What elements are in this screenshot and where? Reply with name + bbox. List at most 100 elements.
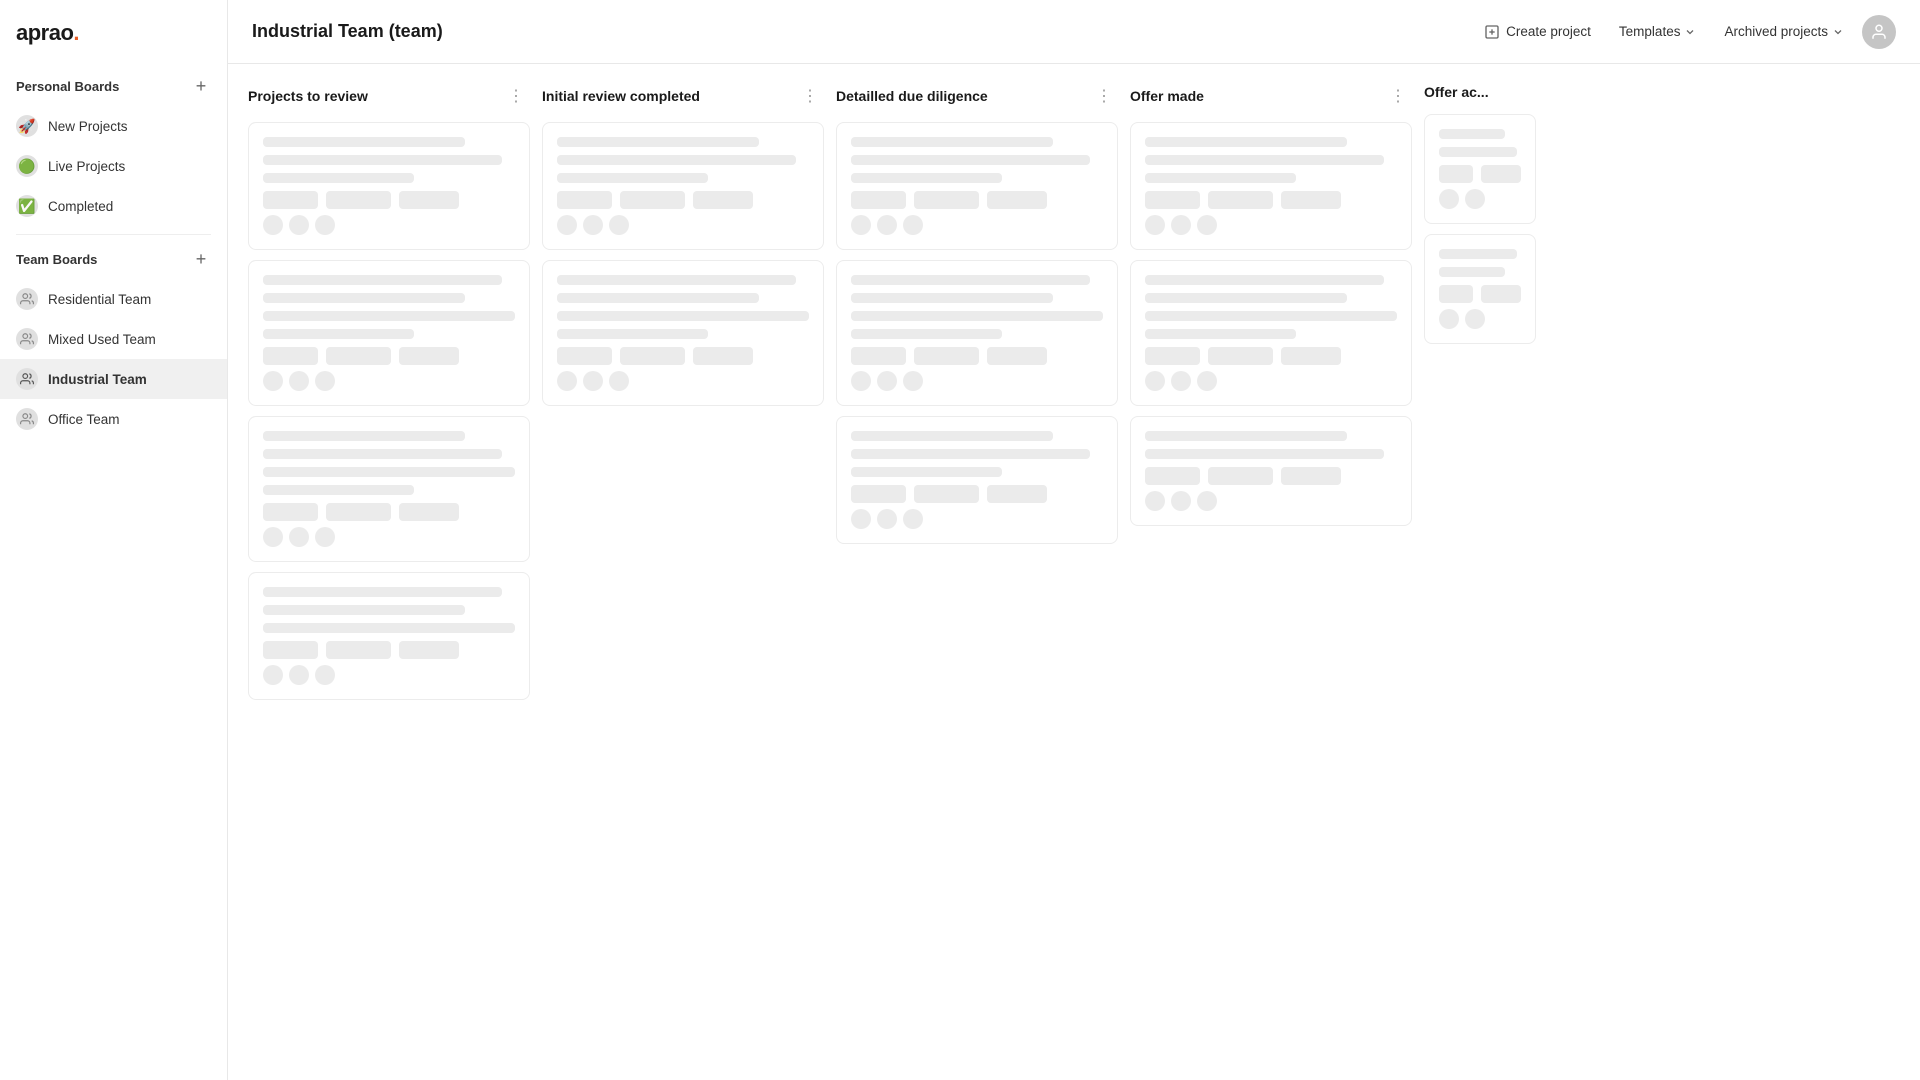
user-avatar[interactable]	[1862, 15, 1896, 49]
sidebar-item-industrial-team[interactable]: Industrial Team ⋮	[0, 359, 227, 399]
topbar: Industrial Team (team) Create project Te…	[228, 0, 1920, 64]
column-menu-button[interactable]: ⋮	[502, 84, 530, 108]
sidebar-item-residential-team[interactable]: Residential Team ⋮	[0, 279, 227, 319]
skeleton-card	[1130, 122, 1412, 250]
skeleton-tag	[1145, 347, 1200, 365]
column-menu-button[interactable]: ⋮	[1384, 84, 1412, 108]
skeleton-line	[1145, 137, 1347, 147]
skeleton-line	[851, 431, 1053, 441]
skeleton-line	[851, 293, 1053, 303]
skeleton-line	[263, 449, 502, 459]
skeleton-avatar	[315, 371, 335, 391]
skeleton-line	[263, 311, 515, 321]
skeleton-avatar	[877, 215, 897, 235]
skeleton-tag	[987, 191, 1047, 209]
skeleton-line	[1145, 449, 1384, 459]
skeleton-line	[263, 173, 414, 183]
skeleton-avatar	[1171, 215, 1191, 235]
skeleton-avatar	[557, 371, 577, 391]
skeleton-line	[1439, 147, 1517, 157]
column-header-offer-accepted: Offer ac...	[1420, 84, 1540, 114]
skeleton-line	[1145, 431, 1347, 441]
team-boards-label: Team Boards	[16, 252, 97, 267]
column-menu-button[interactable]: ⋮	[1090, 84, 1118, 108]
column-content-due-diligence	[832, 122, 1122, 1060]
templates-chevron-icon	[1684, 26, 1696, 38]
skeleton-line	[263, 293, 465, 303]
skeleton-card	[248, 122, 530, 250]
skeleton-line	[1145, 173, 1296, 183]
skeleton-avatars	[1439, 189, 1521, 209]
templates-button[interactable]: Templates	[1609, 18, 1707, 45]
skeleton-tag	[914, 347, 979, 365]
sidebar-item-live-projects[interactable]: 🟢 Live Projects ⋮	[0, 146, 227, 186]
skeleton-avatar	[851, 371, 871, 391]
skeleton-tag	[326, 347, 391, 365]
sidebar-item-office-team[interactable]: Office Team ⋮	[0, 399, 227, 439]
skeleton-avatar	[903, 215, 923, 235]
skeleton-avatar	[1145, 491, 1165, 511]
column-content-projects-to-review	[244, 122, 534, 1060]
skeleton-line	[557, 293, 759, 303]
skeleton-card	[836, 416, 1118, 544]
skeleton-card	[248, 416, 530, 562]
column-menu-button[interactable]: ⋮	[796, 84, 824, 108]
team-boards-section-header: Team Boards +	[0, 243, 227, 275]
mixed-used-team-avatar	[16, 328, 38, 350]
skeleton-avatar	[877, 371, 897, 391]
skeleton-card	[1424, 234, 1536, 344]
new-projects-avatar: 🚀	[16, 115, 38, 137]
skeleton-line	[851, 329, 1002, 339]
skeleton-avatars	[263, 215, 515, 235]
sidebar-item-new-projects[interactable]: 🚀 New Projects ⋮	[0, 106, 227, 146]
skeleton-line	[1145, 293, 1347, 303]
skeleton-avatar	[1145, 215, 1165, 235]
skeleton-tag	[987, 485, 1047, 503]
skeleton-avatar	[1439, 189, 1459, 209]
skeleton-avatar	[1145, 371, 1165, 391]
archived-projects-button[interactable]: Archived projects	[1714, 18, 1854, 45]
skeleton-tag	[620, 191, 685, 209]
sidebar-item-completed[interactable]: ✅ Completed ⋮	[0, 186, 227, 226]
skeleton-line	[263, 623, 515, 633]
skeleton-avatar	[583, 371, 603, 391]
sidebar-divider	[16, 234, 211, 235]
skeleton-avatars	[851, 371, 1103, 391]
column-title: Offer made	[1130, 88, 1204, 104]
skeleton-line	[263, 431, 465, 441]
skeleton-line	[263, 155, 502, 165]
skeleton-line	[557, 155, 796, 165]
templates-label: Templates	[1619, 24, 1681, 39]
skeleton-avatar	[877, 509, 897, 529]
add-team-board-button[interactable]: +	[191, 249, 211, 269]
skeleton-line	[263, 137, 465, 147]
skeleton-tag	[263, 641, 318, 659]
create-project-button[interactable]: Create project	[1474, 18, 1601, 46]
add-personal-board-button[interactable]: +	[191, 76, 211, 96]
skeleton-line	[851, 137, 1053, 147]
skeleton-tag	[263, 503, 318, 521]
column-content-offer-made	[1126, 122, 1416, 1060]
column-title: Projects to review	[248, 88, 368, 104]
skeleton-tag	[1439, 285, 1473, 303]
skeleton-line	[851, 155, 1090, 165]
skeleton-tags	[851, 191, 1103, 209]
skeleton-tags	[263, 347, 515, 365]
skeleton-tag	[399, 641, 459, 659]
skeleton-tag	[399, 347, 459, 365]
skeleton-avatars	[1145, 371, 1397, 391]
skeleton-avatars	[1439, 309, 1521, 329]
skeleton-tag	[263, 191, 318, 209]
skeleton-card	[1130, 260, 1412, 406]
skeleton-line	[1439, 249, 1517, 259]
sidebar-item-mixed-used-team[interactable]: Mixed Used Team ⋮	[0, 319, 227, 359]
archived-label: Archived projects	[1724, 24, 1828, 39]
skeleton-tags	[263, 191, 515, 209]
skeleton-tag	[557, 347, 612, 365]
sidebar-item-label: Industrial Team	[48, 372, 177, 387]
board-area: Projects to review ⋮	[228, 64, 1920, 1080]
skeleton-tag	[1481, 165, 1521, 183]
skeleton-avatar	[609, 215, 629, 235]
skeleton-avatar	[851, 215, 871, 235]
skeleton-avatar	[1197, 371, 1217, 391]
